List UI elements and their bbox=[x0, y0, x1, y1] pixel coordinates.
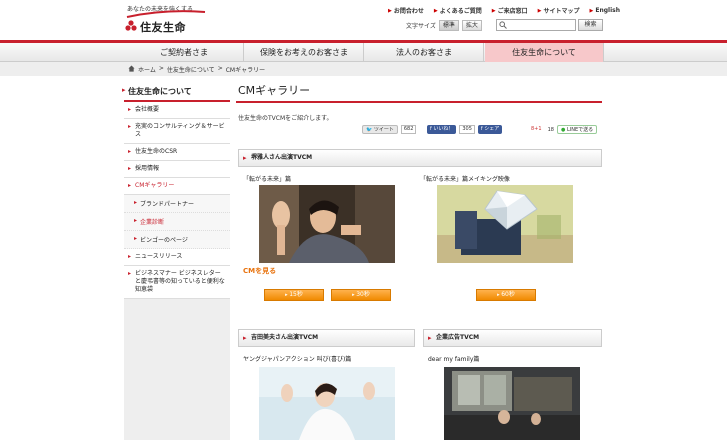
page-title: CMギャラリー bbox=[236, 80, 602, 103]
cm-thumbnail-yoshida[interactable] bbox=[259, 367, 395, 440]
breadcrumb-sep: > bbox=[158, 65, 164, 72]
font-size-label: 文字サイズ bbox=[406, 23, 436, 30]
sidebar-item-cm-gallery[interactable]: CMギャラリー bbox=[124, 178, 230, 195]
facebook-share: f いいね！ 305 f シェア bbox=[427, 125, 503, 134]
font-size-large-button[interactable]: 拡大 bbox=[461, 20, 482, 31]
play-60s-button[interactable]: 60秒 bbox=[476, 289, 536, 301]
cm-caption-making: 「転がる未来」篇メイキング映像 bbox=[420, 176, 510, 183]
sidebar-sub-diagnosis[interactable]: 企業診断 bbox=[124, 213, 230, 231]
logo-text: 住友生命 bbox=[140, 21, 186, 34]
sidebar: 住友生命について 会社概要 充実のコンサルティング＆サービス 住友生命のCSR … bbox=[122, 84, 230, 440]
share-bar: 🐦 ツイート 682 bbox=[362, 125, 417, 134]
gplus-button[interactable]: 8+1 bbox=[528, 125, 545, 134]
intro-text: 住友生命のTVCMをご紹介します。 bbox=[238, 115, 333, 122]
arrow-icon: ▶ bbox=[589, 7, 594, 14]
nav-about[interactable]: 住友生命について bbox=[485, 43, 604, 62]
line-button[interactable]: ● LINEで送る bbox=[557, 125, 598, 134]
swoosh-icon bbox=[126, 10, 206, 18]
line-icon: ● bbox=[561, 127, 566, 133]
cm-thumbnail-making[interactable] bbox=[437, 185, 573, 263]
breadcrumb-sep: > bbox=[217, 65, 223, 72]
utility-link-sitemap[interactable]: ▶ サイトマップ bbox=[537, 6, 580, 16]
line-share: ● LINEで送る bbox=[557, 125, 598, 134]
breadcrumb-current: CMギャラリー bbox=[225, 67, 266, 74]
logo-mark-icon bbox=[125, 20, 137, 31]
fb-share-button[interactable]: f シェア bbox=[477, 125, 503, 134]
search-button[interactable]: 検索 bbox=[578, 19, 603, 31]
utility-link-english[interactable]: ▶ English bbox=[590, 6, 620, 15]
font-size-normal-button[interactable]: 標準 bbox=[438, 20, 459, 31]
sidebar-item-csr[interactable]: 住友生命のCSR bbox=[124, 144, 230, 161]
gplus-count: 18 bbox=[547, 126, 554, 133]
cm-thumbnail-sakai[interactable] bbox=[259, 185, 395, 263]
utility-link-faq[interactable]: ▶ よくあるご質問 bbox=[433, 6, 482, 16]
search-icon bbox=[499, 21, 507, 29]
site-header: あなたの未来を強くする 住友生命 ▶ お問合わせ ▶ よくあるご質問 ▶ ご来店窓口 … bbox=[0, 0, 727, 40]
nav-corporate[interactable]: 法人のお客さま bbox=[365, 43, 484, 62]
gplus-share: 8+1 18 bbox=[528, 125, 554, 134]
main-content: CMギャラリー 住友生命のTVCMをご紹介します。 bbox=[236, 80, 602, 122]
arrow-icon: ▶ bbox=[537, 7, 542, 14]
cm-caption: dear my family篇 bbox=[428, 356, 480, 363]
sidebar-filler bbox=[124, 299, 230, 440]
panel-heading: 堺雅人さん出演TVCM bbox=[238, 149, 602, 167]
panel-heading: 吉田美夫さん出演TVCM bbox=[238, 329, 415, 347]
like-button[interactable]: f いいね！ bbox=[427, 125, 457, 134]
cm-caption: 「転がる未来」篇 bbox=[243, 176, 292, 183]
utility-link-contact[interactable]: ▶ お問合わせ bbox=[388, 6, 424, 16]
sidebar-sub-brand-partner[interactable]: ブランドパートナー bbox=[124, 195, 230, 213]
cm-thumbnail-corporate[interactable] bbox=[444, 367, 580, 440]
sidebar-item-news[interactable]: ニュースリリース bbox=[124, 249, 230, 266]
sidebar-item-consulting[interactable]: 充実のコンサルティング＆サービス bbox=[124, 119, 230, 144]
play-30s-button[interactable]: 30秒 bbox=[331, 289, 391, 301]
arrow-icon: ▶ bbox=[491, 7, 496, 14]
sidebar-item-manners[interactable]: ビジネスマナー ビジネスレターと慶弔書等の知っていると便利な知恵袋 bbox=[124, 266, 230, 299]
arrow-icon: ▶ bbox=[433, 7, 438, 14]
nav-prospective-customers[interactable]: 保険をお考えのお客さま bbox=[245, 43, 364, 62]
like-count: 305 bbox=[459, 125, 475, 134]
sidebar-sub-bingo[interactable]: ビンゴーのページ bbox=[124, 231, 230, 249]
sidebar-item-recruit[interactable]: 採用情報 bbox=[124, 161, 230, 178]
arrow-icon: ▶ bbox=[388, 7, 392, 14]
watch-cm-label: CMを見る bbox=[243, 267, 277, 275]
sidebar-item-company[interactable]: 会社概要 bbox=[124, 102, 230, 119]
play-15s-button[interactable]: 15秒 bbox=[264, 289, 324, 301]
utility-links: ▶ お問合わせ ▶ よくあるご質問 ▶ ご来店窓口 ▶ サイトマップ ▶ English bbox=[388, 6, 620, 15]
sidebar-title[interactable]: 住友生命について bbox=[122, 84, 230, 102]
breadcrumb: ホーム > 住友生命について > CMギャラリー bbox=[0, 62, 727, 76]
tweet-count: 682 bbox=[400, 125, 417, 134]
breadcrumb-home[interactable]: ホーム bbox=[138, 65, 156, 74]
cm-caption: ヤングジャパンアクション 叫び(喜び)篇 bbox=[243, 356, 352, 363]
breadcrumb-about[interactable]: 住友生命について bbox=[167, 65, 215, 74]
global-nav: ご契約者さま 保険をお考えのお客さま 法人のお客さま 住友生命について bbox=[0, 40, 727, 62]
search-input[interactable] bbox=[496, 19, 576, 31]
font-size-control: 文字サイズ 標準 拡大 bbox=[406, 20, 482, 31]
tweet-button[interactable]: 🐦 ツイート bbox=[362, 125, 398, 134]
panel-heading: 企業広告TVCM bbox=[423, 329, 602, 347]
home-icon bbox=[128, 65, 135, 72]
nav-policyholders[interactable]: ご契約者さま bbox=[125, 43, 244, 62]
utility-link-store[interactable]: ▶ ご来店窓口 bbox=[491, 6, 528, 16]
